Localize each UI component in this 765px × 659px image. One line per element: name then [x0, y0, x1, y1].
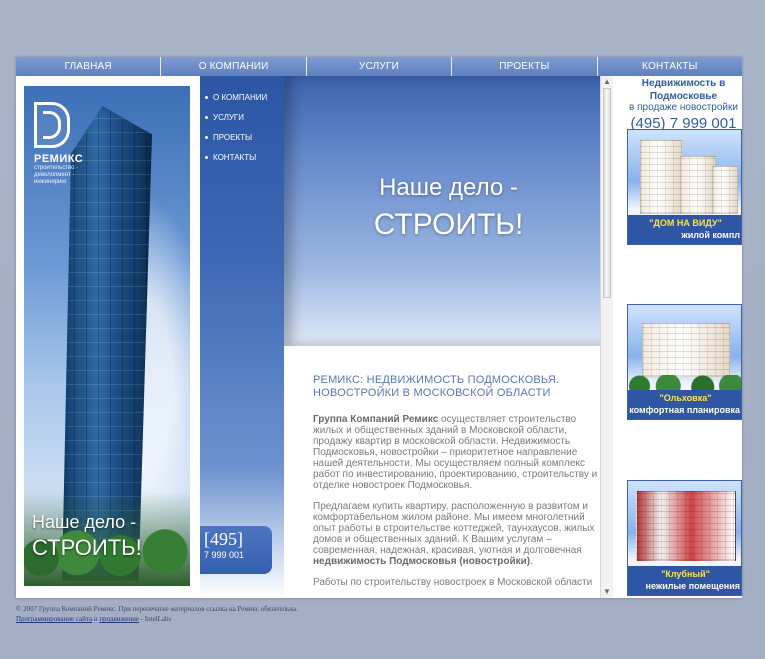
ad-dom-na-vidu[interactable]: "ДОМ НА ВИДУ" жилой компл — [627, 129, 742, 245]
main-hero-banner: Наше дело - СТРОИТЬ! — [284, 76, 613, 346]
brand-logo[interactable]: РЕМИКС строительство · девелопмент · инж… — [34, 102, 106, 212]
building-illustration — [712, 166, 738, 214]
content-scrollbar[interactable]: ▲ ▼ — [600, 76, 613, 598]
ad-klubny[interactable]: "Клубный" нежилые помещения — [627, 480, 742, 596]
main-hero-slogan: Наше дело - СТРОИТЬ! — [284, 174, 613, 242]
ad-caption: "ДОМ НА ВИДУ" жилой компл — [628, 215, 741, 244]
topnav-contacts[interactable]: КОНТАКТЫ — [598, 57, 742, 76]
scroll-up-icon[interactable]: ▲ — [602, 77, 612, 87]
ad-olkhovka[interactable]: "Ольховка" комфортная планировка — [627, 304, 742, 420]
left-hero-line-1: Наше дело - — [32, 512, 137, 532]
ads-subtitle: в продаже новостройки — [629, 102, 738, 113]
topnav-home[interactable]: ГЛАВНАЯ — [16, 57, 162, 76]
scroll-thumb[interactable] — [603, 88, 611, 298]
building-illustration — [640, 140, 682, 214]
scroll-down-icon[interactable]: ▼ — [602, 587, 612, 597]
brand-name: РЕМИКС — [34, 153, 84, 165]
left-hero-image: РЕМИКС строительство · девелопмент · инж… — [24, 86, 190, 586]
top-navigation: ГЛАВНАЯ О КОМПАНИИ УСЛУГИ ПРОЕКТЫ КОНТАК… — [16, 57, 742, 76]
building-illustration — [636, 491, 736, 561]
footer-credit-end: - IntelLabs — [138, 615, 172, 623]
article-title: РЕМИКС: НЕДВИЖИМОСТЬ ПОДМОСКОВЬЯ. НОВОСТ… — [313, 374, 560, 399]
footer-credits: Программирование сайта и продвижение - I… — [16, 614, 742, 624]
building-illustration — [642, 323, 730, 377]
main-hero-line-2: СТРОИТЬ! — [373, 208, 524, 241]
ad-name: "Ольховка" — [659, 393, 712, 403]
topnav-about[interactable]: О КОМПАНИИ — [161, 57, 307, 76]
sidebar-item-label: КОНТАКТЫ — [213, 153, 257, 162]
sidebar-item-contacts[interactable]: КОНТАКТЫ — [200, 148, 284, 168]
sidebar-item-projects[interactable]: ПРОЕКТЫ — [200, 128, 284, 148]
ads-title-line-2: Подмосковье — [649, 91, 718, 102]
sidebar-item-about[interactable]: О КОМПАНИИ — [200, 88, 284, 108]
article: РЕМИКС: НЕДВИЖИМОСТЬ ПОДМОСКОВЬЯ. НОВОСТ… — [284, 346, 613, 598]
left-hero-line-2: СТРОИТЬ! — [32, 535, 142, 560]
ad-name: "Клубный" — [661, 569, 710, 579]
ad-description: комфортная планировка — [629, 405, 740, 415]
bullet-icon — [205, 156, 208, 160]
paragraph-end: . — [530, 556, 533, 567]
sidebar-item-label: О КОМПАНИИ — [213, 93, 268, 102]
ad-name: "ДОМ НА ВИДУ" — [649, 218, 722, 228]
article-paragraph-1: Группа Компаний Ремикс осуществляет стро… — [313, 414, 603, 491]
left-hero-column: РЕМИКС строительство · девелопмент · инж… — [16, 76, 200, 598]
topnav-services[interactable]: УСЛУГИ — [307, 57, 453, 76]
article-body: РЕМИКС: НЕДВИЖИМОСТЬ ПОДМОСКОВЬЯ. НОВОСТ… — [313, 374, 603, 588]
company-name: Группа Компаний Ремикс — [313, 414, 439, 425]
copyright-text: © 2007 Группа Компаний Ремикс. При переп… — [16, 605, 298, 613]
main-hero-line-1: Наше дело - — [379, 174, 518, 201]
phone-code: [495] — [204, 529, 243, 549]
phone-number: 7 999 001 — [204, 550, 245, 560]
footer-link-programming[interactable]: Программирование сайта — [16, 615, 92, 623]
sidebar-item-services[interactable]: УСЛУГИ — [200, 108, 284, 128]
page: ГЛАВНАЯ О КОМПАНИИ УСЛУГИ ПРОЕКТЫ КОНТАК… — [0, 0, 765, 659]
sidebar-item-label: ПРОЕКТЫ — [213, 133, 253, 142]
brand-subtitle: строительство · девелопмент · инжиниринг — [34, 165, 79, 185]
building-illustration — [680, 156, 716, 214]
left-hero-slogan: Наше дело - СТРОИТЬ! — [32, 512, 142, 561]
remix-logo-icon — [34, 102, 70, 148]
ad-caption: "Клубный" нежилые помещения — [628, 566, 741, 595]
highlight-text: недвижимость Подмосковья (новостройки) — [313, 556, 531, 567]
article-paragraph-2: Предлагаем купить квартиру, расположенну… — [313, 501, 603, 567]
bullet-icon — [205, 116, 208, 120]
site-shell: ГЛАВНАЯ О КОМПАНИИ УСЛУГИ ПРОЕКТЫ КОНТАК… — [16, 57, 742, 598]
ad-caption: "Ольховка" комфортная планировка — [628, 390, 741, 419]
topnav-projects[interactable]: ПРОЕКТЫ — [452, 57, 598, 76]
ads-title-line-1: Недвижимость в — [641, 78, 726, 89]
article-paragraph-3: Работы по строительству новостроек в Мос… — [313, 577, 593, 588]
footer: © 2007 Группа Компаний Ремикс. При переп… — [16, 604, 742, 624]
right-ads-column: Недвижимость в Подмосковье в продаже нов… — [625, 76, 742, 598]
footer-link-promotion[interactable]: продвижение — [99, 615, 139, 623]
sidebar-top-spacer — [200, 76, 284, 88]
sidebar-item-label: УСЛУГИ — [213, 113, 245, 122]
sidebar-phone: [495] 7 999 001 — [200, 526, 272, 574]
paragraph-text: осуществляет строительство жилых и общес… — [313, 414, 598, 491]
ads-header: Недвижимость в Подмосковье в продаже нов… — [625, 76, 742, 132]
ad-description: нежилые помещения — [645, 581, 740, 591]
bullet-icon — [205, 96, 208, 100]
bullet-icon — [205, 136, 208, 140]
sidebar-navigation: О КОМПАНИИ УСЛУГИ ПРОЕКТЫ КОНТАКТЫ [495]… — [200, 76, 284, 598]
paragraph-text: Предлагаем купить квартиру, расположенну… — [313, 501, 595, 556]
ad-description: жилой компл — [681, 230, 740, 240]
main-content: Наше дело - СТРОИТЬ! РЕМИКС: НЕДВИЖИМОСТ… — [284, 76, 613, 598]
